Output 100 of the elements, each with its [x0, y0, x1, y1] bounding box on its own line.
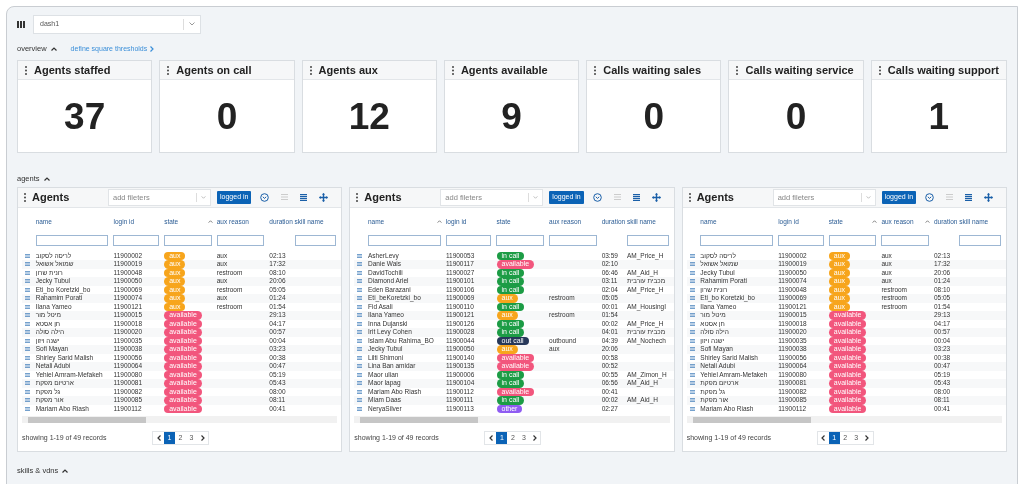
filter-input[interactable]: [828, 234, 877, 246]
filter-input[interactable]: [496, 234, 544, 246]
drag-handle-icon[interactable]: [357, 338, 363, 343]
drag-handle-icon[interactable]: [357, 347, 363, 352]
kebab-icon[interactable]: [356, 192, 359, 202]
kebab-icon[interactable]: [451, 65, 454, 75]
drag-handle-icon[interactable]: [689, 304, 695, 309]
drag-handle-icon[interactable]: [25, 296, 30, 301]
drag-handle-icon[interactable]: [689, 287, 695, 292]
chevron-right-icon: [865, 435, 870, 441]
kebab-icon[interactable]: [688, 192, 691, 202]
drag-handle-icon[interactable]: [689, 321, 695, 326]
drag-handle-icon[interactable]: [357, 296, 363, 301]
kebab-icon[interactable]: [309, 65, 312, 75]
drag-handle-icon[interactable]: [689, 406, 695, 411]
sort-icon[interactable]: [207, 220, 213, 223]
drag-handle-icon[interactable]: [25, 321, 30, 326]
drag-handle-icon[interactable]: [357, 406, 363, 411]
drag-handle-icon[interactable]: [25, 372, 30, 377]
kebab-icon[interactable]: [736, 65, 739, 75]
metric-value: 12: [348, 97, 390, 135]
filter-input[interactable]: [778, 234, 824, 246]
drag-handle-icon[interactable]: [689, 279, 695, 284]
drag-handle-icon[interactable]: [689, 330, 695, 335]
filter-input[interactable]: [367, 234, 441, 246]
list-icon[interactable]: [632, 193, 640, 201]
drag-handle-icon[interactable]: [25, 389, 30, 394]
drag-handle-icon[interactable]: [25, 279, 30, 284]
filter-input[interactable]: [216, 234, 265, 246]
drag-handle-icon[interactable]: [689, 347, 695, 352]
filter-input[interactable]: [881, 234, 929, 246]
drag-handle-icon[interactable]: [25, 287, 30, 292]
drag-handle-icon[interactable]: [689, 296, 695, 301]
filter-input[interactable]: [959, 234, 1001, 246]
horizontal-scrollbar[interactable]: [354, 416, 670, 423]
sort-icon[interactable]: [436, 220, 442, 223]
filter-input[interactable]: [113, 234, 160, 246]
drag-handle-icon[interactable]: [689, 389, 695, 394]
drag-handle-icon[interactable]: [25, 347, 30, 352]
drag-handle-icon[interactable]: [689, 381, 695, 386]
drag-handle-icon[interactable]: [25, 330, 30, 335]
move-icon[interactable]: [984, 192, 994, 202]
filter-input[interactable]: [626, 234, 669, 246]
drag-handle-icon[interactable]: [25, 406, 30, 411]
drag-handle-icon[interactable]: [357, 279, 363, 284]
drag-handle-icon[interactable]: [357, 381, 363, 386]
sort-icon[interactable]: [924, 220, 930, 223]
chevron-circle-icon[interactable]: [260, 192, 270, 202]
drag-handle-icon[interactable]: [25, 364, 30, 369]
filter-input[interactable]: [164, 234, 212, 246]
drag-handle-icon[interactable]: [357, 389, 363, 394]
kebab-icon[interactable]: [167, 65, 170, 75]
filter-input[interactable]: [294, 234, 337, 246]
grid-icon[interactable]: [17, 20, 25, 28]
drag-handle-icon[interactable]: [357, 253, 363, 258]
drag-handle-icon[interactable]: [689, 253, 695, 258]
drag-handle-icon[interactable]: [689, 398, 695, 403]
drag-handle-icon[interactable]: [25, 313, 30, 318]
chevron-circle-icon[interactable]: [592, 192, 602, 202]
drag-handle-icon[interactable]: [357, 313, 363, 318]
drag-handle-icon[interactable]: [357, 355, 363, 360]
drag-handle-icon[interactable]: [25, 270, 30, 275]
move-icon[interactable]: [651, 192, 661, 202]
horizontal-scrollbar[interactable]: [22, 416, 338, 423]
drag-handle-icon[interactable]: [689, 364, 695, 369]
sort-icon[interactable]: [872, 220, 878, 223]
drag-handle-icon[interactable]: [689, 338, 695, 343]
filter-input[interactable]: [35, 234, 109, 246]
drag-handle-icon[interactable]: [357, 304, 363, 309]
drag-handle-icon[interactable]: [25, 304, 30, 309]
drag-handle-icon[interactable]: [689, 313, 695, 318]
drag-handle-icon[interactable]: [357, 321, 363, 326]
filter-input[interactable]: [700, 234, 774, 246]
drag-handle-icon[interactable]: [689, 270, 695, 275]
drag-handle-icon[interactable]: [357, 398, 363, 403]
card-title: Calls waiting service: [745, 62, 854, 78]
list-icon[interactable]: [965, 193, 973, 201]
list-icon[interactable]: [300, 193, 308, 201]
kebab-icon[interactable]: [878, 65, 881, 75]
drag-handle-icon[interactable]: [357, 270, 363, 275]
drag-handle-icon[interactable]: [689, 262, 695, 267]
drag-handle-icon[interactable]: [689, 372, 695, 377]
drag-handle-icon[interactable]: [689, 355, 695, 360]
drag-handle-icon[interactable]: [357, 287, 363, 292]
horizontal-scrollbar[interactable]: [686, 416, 1002, 423]
drag-handle-icon[interactable]: [25, 398, 30, 403]
drag-handle-icon[interactable]: [357, 262, 363, 267]
move-icon[interactable]: [319, 192, 329, 202]
drag-handle-icon[interactable]: [357, 364, 363, 369]
drag-handle-icon[interactable]: [25, 338, 30, 343]
drag-handle-icon[interactable]: [357, 330, 363, 335]
chevron-circle-icon[interactable]: [925, 192, 935, 202]
drag-handle-icon[interactable]: [25, 381, 30, 386]
drag-handle-icon[interactable]: [25, 262, 30, 267]
kebab-icon[interactable]: [594, 65, 597, 75]
drag-handle-icon[interactable]: [357, 372, 363, 377]
drag-handle-icon[interactable]: [25, 253, 30, 258]
filter-input[interactable]: [548, 234, 597, 246]
drag-handle-icon[interactable]: [25, 355, 30, 360]
filter-input[interactable]: [445, 234, 492, 246]
